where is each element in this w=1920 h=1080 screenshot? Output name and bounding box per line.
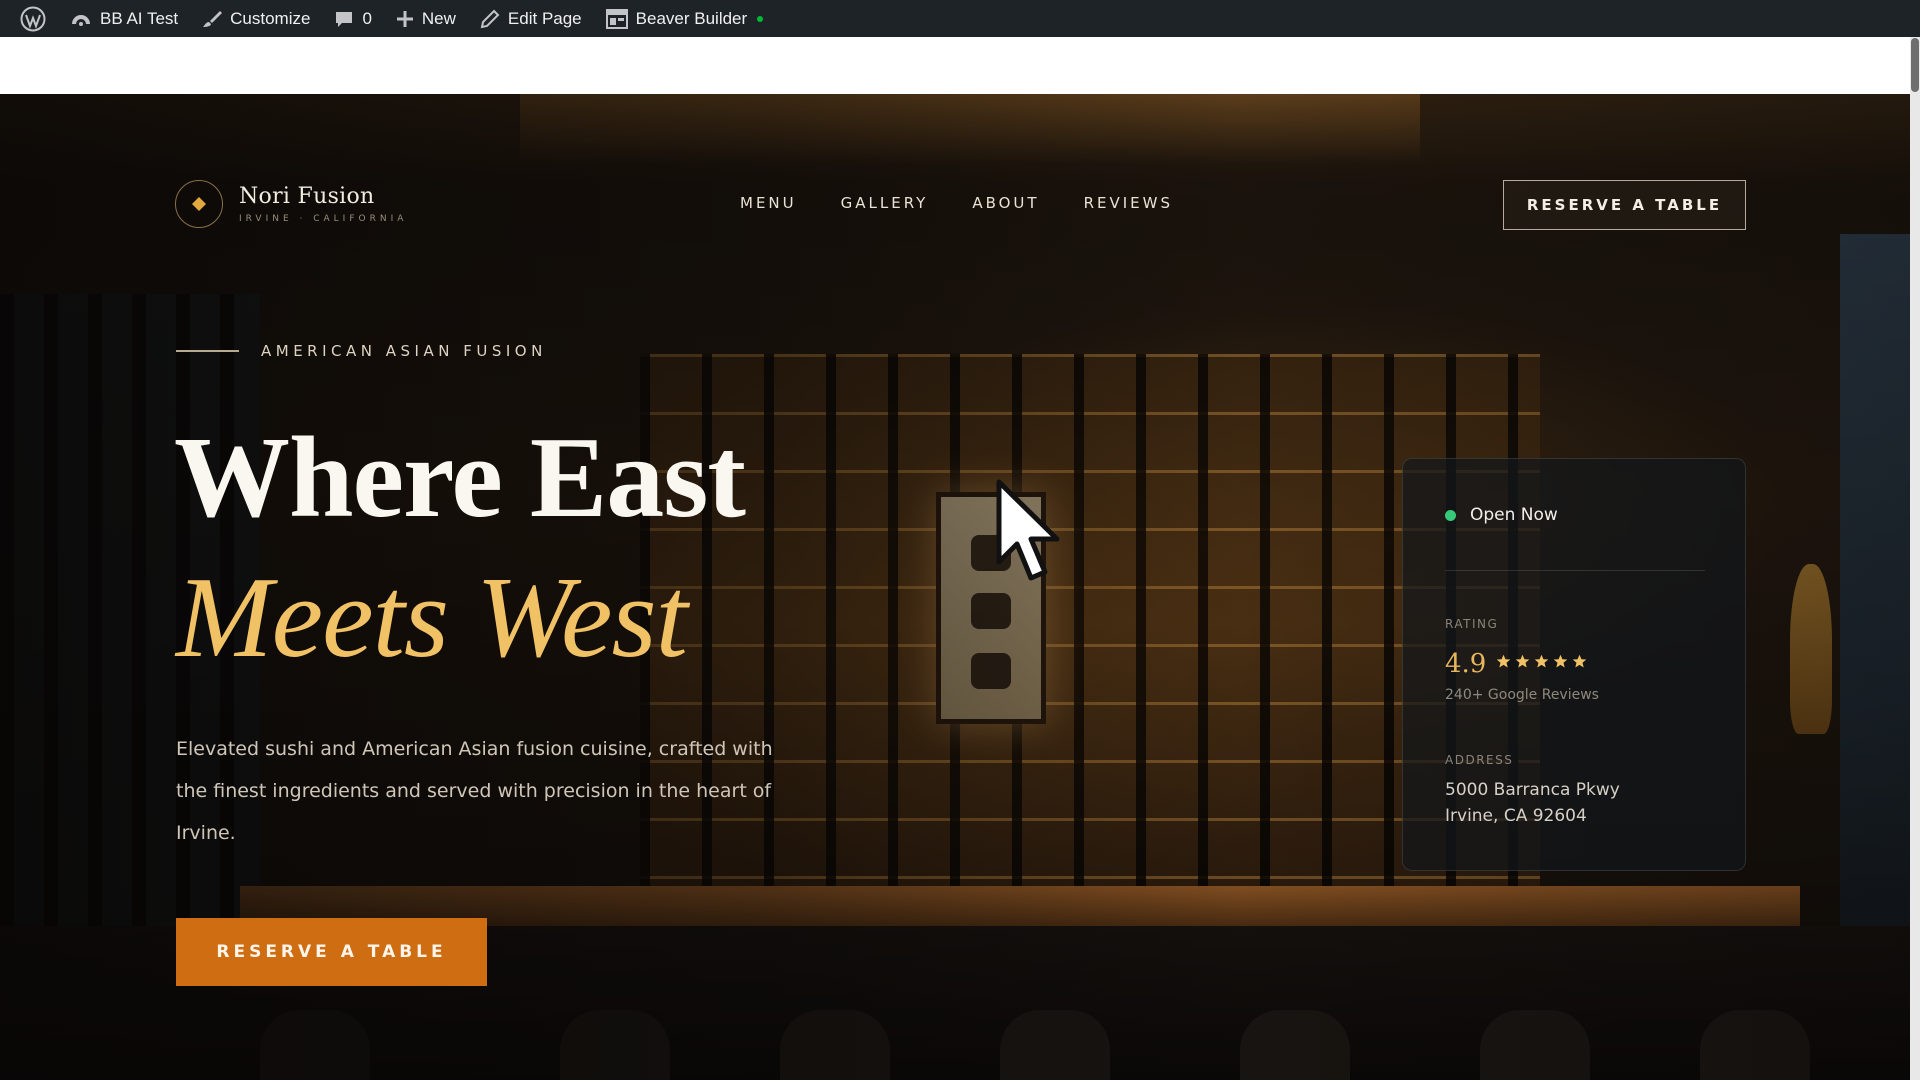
- nav-about[interactable]: ABOUT: [972, 194, 1039, 212]
- wordpress-icon: [20, 6, 46, 31]
- eyebrow-line: [176, 350, 239, 352]
- beaver-builder-link[interactable]: Beaver Builder: [594, 0, 776, 37]
- hero-headline-line-1: Where East: [174, 414, 746, 542]
- star-icon: [1535, 654, 1549, 668]
- star-icon: [1573, 654, 1587, 668]
- rating-count: 240+ Google Reviews: [1445, 687, 1599, 703]
- edit-page-label: Edit Page: [507, 8, 582, 28]
- comments-link[interactable]: 0: [322, 0, 383, 37]
- star-icon: [1554, 654, 1568, 668]
- hero-eyebrow: AMERICAN ASIAN FUSION: [176, 342, 547, 360]
- hero-headline-line-2: Meets West: [176, 554, 688, 682]
- header-reserve-button[interactable]: RESERVE A TABLE: [1503, 180, 1746, 230]
- beaver-builder-label: Beaver Builder: [635, 8, 748, 28]
- logo-badge: [175, 180, 223, 228]
- address-line-1: 5000 Barranca Pkwy: [1445, 780, 1620, 800]
- plus-icon: [396, 10, 413, 27]
- nav-menu[interactable]: MENU: [740, 194, 797, 212]
- address-line-2: Irvine, CA 92604: [1445, 806, 1587, 826]
- comment-icon: [336, 11, 353, 27]
- builder-status-dot: [757, 15, 764, 22]
- comments-count: 0: [362, 8, 372, 28]
- wordpress-menu[interactable]: [8, 0, 58, 37]
- dashboard-icon: [72, 14, 90, 26]
- nav-gallery[interactable]: GALLERY: [841, 194, 929, 212]
- rating-row: 4.9: [1445, 651, 1587, 677]
- edit-page-link[interactable]: Edit Page: [468, 0, 594, 37]
- scrollbar[interactable]: [1910, 37, 1920, 1080]
- rating-value: 4.9: [1445, 649, 1487, 679]
- site-name: BB AI Test: [100, 8, 179, 28]
- site-logo[interactable]: Nori Fusion IRVINE · CALIFORNIA: [175, 180, 407, 228]
- mouse-pointer-icon: [996, 479, 1060, 581]
- status-dot: [1445, 509, 1456, 521]
- rating-stars: [1496, 654, 1587, 677]
- star-icon: [1516, 654, 1530, 668]
- status-text: Open Now: [1470, 505, 1558, 525]
- logo-location: IRVINE · CALIFORNIA: [239, 214, 408, 224]
- page-top-strip: [0, 37, 1920, 94]
- brush-icon: [203, 10, 223, 27]
- main-nav: MENU GALLERY ABOUT REVIEWS: [740, 194, 1173, 212]
- star-icon: [1497, 654, 1511, 668]
- logo-name: Nori Fusion: [239, 184, 375, 209]
- builder-grid-icon: [605, 8, 628, 29]
- customize-link[interactable]: Customize: [190, 0, 322, 37]
- site-name-link[interactable]: BB AI Test: [58, 0, 190, 37]
- pencil-icon: [480, 9, 500, 28]
- admin-bar: BB AI Test Customize 0 New Edit Page Bea…: [0, 0, 1920, 37]
- address-label: ADDRESS: [1445, 753, 1514, 767]
- hero-reserve-button[interactable]: RESERVE A TABLE: [176, 918, 487, 986]
- new-content-link[interactable]: New: [384, 0, 468, 37]
- nav-reviews[interactable]: REVIEWS: [1084, 194, 1173, 212]
- open-status: Open Now: [1445, 505, 1558, 525]
- new-label: New: [421, 8, 456, 28]
- hero-description: Elevated sushi and American Asian fusion…: [176, 738, 773, 844]
- address: 5000 Barranca Pkwy Irvine, CA 92604: [1445, 777, 1620, 829]
- info-card: Open Now RATING 4.9 240+ Google Reviews …: [1402, 458, 1746, 871]
- customize-label: Customize: [230, 8, 311, 28]
- rating-label: RATING: [1445, 617, 1499, 631]
- eyebrow-text: AMERICAN ASIAN FUSION: [261, 342, 547, 360]
- scrollbar-thumb[interactable]: [1911, 38, 1919, 92]
- card-divider: [1445, 570, 1705, 571]
- diamond-icon: [192, 197, 206, 211]
